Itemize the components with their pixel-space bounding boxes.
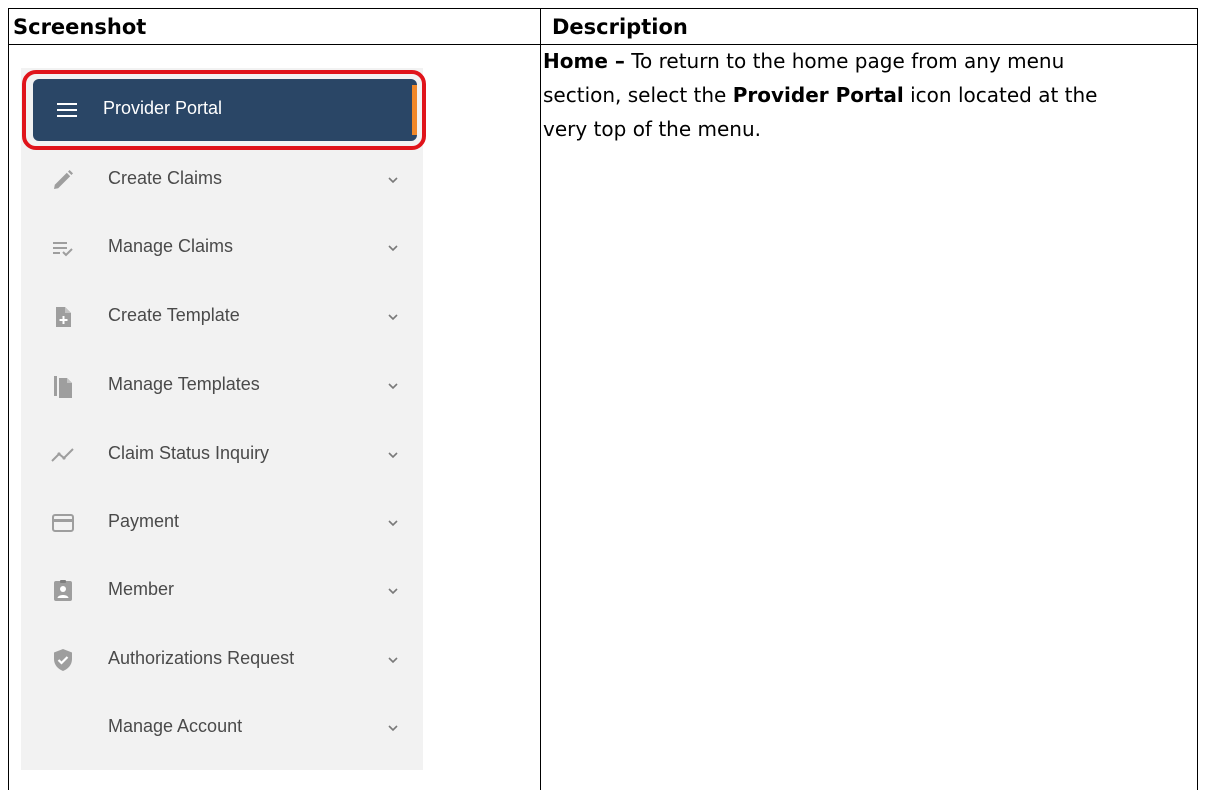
menu-item-claim-status-inquiry[interactable]: Claim Status Inquiry	[33, 430, 417, 480]
menu-item-label: Create Claims	[108, 168, 223, 188]
menu-item-payment[interactable]: Payment	[33, 498, 417, 548]
description-text: Home – To return to the home page from a…	[543, 44, 1103, 146]
chevron-down-icon	[388, 520, 398, 527]
menu-item-label: Manage Claims	[108, 236, 234, 256]
file-plus-icon	[56, 307, 71, 327]
menu-item-label: Authorizations Request	[108, 648, 295, 668]
menu-item-create-template[interactable]: Create Template	[33, 292, 417, 342]
menu-item-member[interactable]: Member	[33, 566, 417, 616]
chevron-down-icon	[388, 657, 398, 664]
chevron-down-icon	[388, 314, 398, 321]
column-divider	[540, 9, 541, 790]
menu-item-label: Create Template	[108, 305, 240, 325]
list-check-icon	[53, 242, 73, 257]
menu-item-manage-claims[interactable]: Manage Claims	[33, 223, 417, 273]
credit-card-icon	[52, 514, 74, 532]
copy-files-icon	[54, 376, 72, 398]
member-badge-icon	[54, 580, 72, 601]
menu-item-authorizations-request[interactable]: Authorizations Request	[33, 635, 417, 685]
column-header-description: Description	[552, 15, 688, 39]
menu-item-label: Manage Account	[108, 716, 243, 736]
chevron-down-icon	[388, 177, 398, 184]
column-header-screenshot: Screenshot	[13, 15, 147, 39]
menu-item-create-claims[interactable]: Create Claims	[33, 155, 417, 205]
chevron-down-icon	[388, 588, 398, 595]
menu-item-label: Manage Templates	[108, 374, 260, 394]
highlight-annotation	[22, 70, 426, 150]
shield-check-icon	[54, 649, 72, 671]
pencil-icon	[54, 170, 73, 189]
description-lead: Home –	[543, 49, 625, 73]
menu-item-manage-templates[interactable]: Manage Templates	[33, 361, 417, 411]
trend-line-icon	[51, 448, 74, 462]
menu-item-label: Member	[108, 579, 175, 599]
chevron-down-icon	[388, 725, 398, 732]
chevron-down-icon	[388, 245, 398, 252]
menu-item-label: Claim Status Inquiry	[108, 443, 270, 463]
chevron-down-icon	[388, 452, 398, 459]
description-provider-portal: Provider Portal	[732, 83, 904, 107]
menu-item-label: Payment	[108, 511, 180, 531]
menu-item-manage-account[interactable]: Manage Account	[33, 703, 417, 753]
chevron-down-icon	[388, 383, 398, 390]
